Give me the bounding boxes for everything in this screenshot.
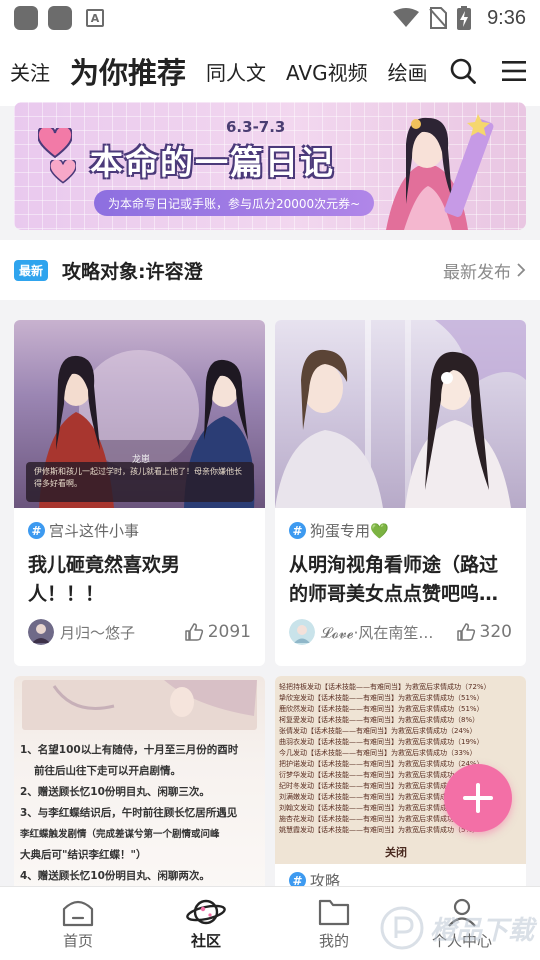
nav-home[interactable]: 首页 [14,887,142,960]
banner-title: 本命的一篇日记 [90,143,335,182]
topic-tag-label: 宫斗这件小事 [49,522,140,540]
log-line: 挚欣宠发动【话术技能——有难同当】为救宽后求情成功（51%） [279,694,484,702]
nav-home-label: 首页 [62,931,93,950]
battery-charging-icon [457,6,472,30]
image-caption-name: 龙崽 [132,455,151,465]
nav-community[interactable]: 社区 [142,887,270,960]
heart-icon [38,128,72,158]
folder-icon [318,899,350,925]
like-button[interactable]: 2091 [184,622,251,642]
app-screen: A 9:36 关注 为你推荐 同人文 AVG视频 绘画 6.3-7.3 本命的一… [0,0,540,960]
post-image: 1、名望100以上有随侍，十月至三月份的酉时 前往后山往下走可以开启剧情。 2、… [14,676,265,896]
nav-mine-label: 我的 [318,931,349,950]
avatar[interactable] [289,619,315,645]
watermark-text: 橙品下载 [429,915,534,946]
log-line: 曲羽衣发动【话术技能——有难同当】为救宽后求情成功（19%） [279,738,484,746]
post-card[interactable]: 1、名望100以上有随侍，十月至三月份的酉时 前往后山往下走可以开启剧情。 2、… [14,676,265,896]
hashtag-icon: # [289,522,306,539]
section-title[interactable]: 攻略对象:许容澄 [62,257,203,284]
banner-character-illustration [386,114,494,230]
a-icon: A [86,9,104,27]
hashtag-icon: # [28,522,45,539]
guide-line: 前往后山往下走可以开启剧情。 [34,765,181,777]
post-card[interactable]: # 狗蛋专用💚 从明洵视角看师途（路过的师哥美女点点赞吧呜… 𝓛𝓸𝓿𝓮·风在南笙… [275,320,526,666]
nav-mine[interactable]: 我的 [270,887,398,960]
menu-icon[interactable] [502,60,526,82]
status-time: 9:36 [487,6,526,29]
like-count: 2091 [207,622,251,642]
watermark-logo-icon [380,906,424,950]
create-post-button[interactable] [444,764,512,832]
banner-date: 6.3-7.3 [226,118,286,136]
log-line: 柯复愛发动【话术技能——有难同当】为救宽后求情成功（8%） [279,716,480,724]
guide-line: 大典后可"结识李红蝶！"） [20,849,147,861]
thumbs-up-icon [184,623,203,641]
log-line: 轻把持板发动【话术技能——有难同当】为救宽后求情成功（72%） [279,683,491,691]
wifi-icon [393,8,420,27]
notification-icon [14,6,38,30]
no-sim-icon [429,7,448,29]
guide-line: 4、赠送顾长忆10份明目丸、闲聊两次。 [20,870,210,882]
guide-line: 2、赠送顾长忆10份明目丸、闲聊三次。 [20,786,210,798]
post-card[interactable]: 龙崽 伊修斯和孩儿一起过学时，孩儿就看上他了！母亲你嫌他长得多好看啊。 # 宫斗… [14,320,265,666]
plus-icon [463,783,493,813]
log-line: 今几发动【话术技能——有难同当】为救宽后求情成功（33%） [279,749,477,757]
sort-label: 最新发布 [443,262,511,283]
guide-line: 李红蝶触发剧情（完成差谋兮第一个剧情或问峰 [20,829,220,840]
post-image [275,320,526,508]
new-badge: 最新 [14,259,49,281]
banner-subtitle: 为本命写日记或手账，参与瓜分20000次元券~ [94,190,375,216]
post-title: 我儿砸竟然喜欢男人！！！ [28,554,181,605]
topic-tag[interactable]: # 狗蛋专用💚 [289,520,512,541]
post-title: 从明洵视角看师途（路过的师哥美女点点赞吧呜… [289,554,499,605]
log-line: 鹿欣然发动【话术技能——有难同当】为救宽后求情成功（51%） [279,705,484,713]
search-icon[interactable] [450,58,476,84]
image-close-label: 关闭 [385,846,407,859]
topic-tag-label: 狗蛋专用💚 [310,522,389,540]
top-nav-actions [420,36,540,106]
sort-latest-button[interactable]: 最新发布 [443,258,526,283]
nav-community-label: 社区 [190,931,221,950]
avatar[interactable] [28,619,54,645]
status-bar: A 9:36 [0,0,540,36]
chevron-right-icon [517,263,526,277]
post-image: 龙崽 伊修斯和孩儿一起过学时，孩儿就看上他了！母亲你嫌他长得多好看啊。 [14,320,265,508]
tab-follow[interactable]: 关注 [10,57,50,86]
guide-line: 1、名望100以上有随侍，十月至三月份的酉时 [20,744,239,756]
tab-recommended[interactable]: 为你推荐 [70,50,186,92]
top-tab-bar: 关注 为你推荐 同人文 AVG视频 绘画 [0,36,540,106]
tab-fanfiction[interactable]: 同人文 [206,57,266,86]
like-count: 320 [479,622,512,642]
section-header: 最新 攻略对象:许容澄 最新发布 [0,240,540,300]
guide-line: 3、与李红蝶结识后，午时前往顾长忆居所遇见 [20,807,238,819]
like-button[interactable]: 320 [456,622,512,642]
heart-icon [50,160,76,184]
home-icon [62,900,94,926]
author-name[interactable]: 月归〜悠子 [60,622,184,643]
thumbs-up-icon [456,623,475,641]
event-banner[interactable]: 6.3-7.3 本命的一篇日记 为本命写日记或手账，参与瓜分20000次元券~ [14,102,526,230]
author-name[interactable]: 𝓛𝓸𝓿𝓮·风在南笙… [321,622,456,643]
watermark: 橙品下载 [380,906,534,950]
tab-avg-video[interactable]: AVG视频 [286,57,368,86]
image-caption-text: 伊修斯和孩儿一起过学时，孩儿就看上他了！母亲你嫌他长得多好看啊。 [34,467,242,488]
log-line: 张倩发动【话术技能——有难同当】为救宽后求情成功（24%） [279,727,477,735]
planet-icon [186,899,226,924]
notification-icon [48,6,72,30]
topic-tag[interactable]: # 宫斗这件小事 [28,520,251,541]
